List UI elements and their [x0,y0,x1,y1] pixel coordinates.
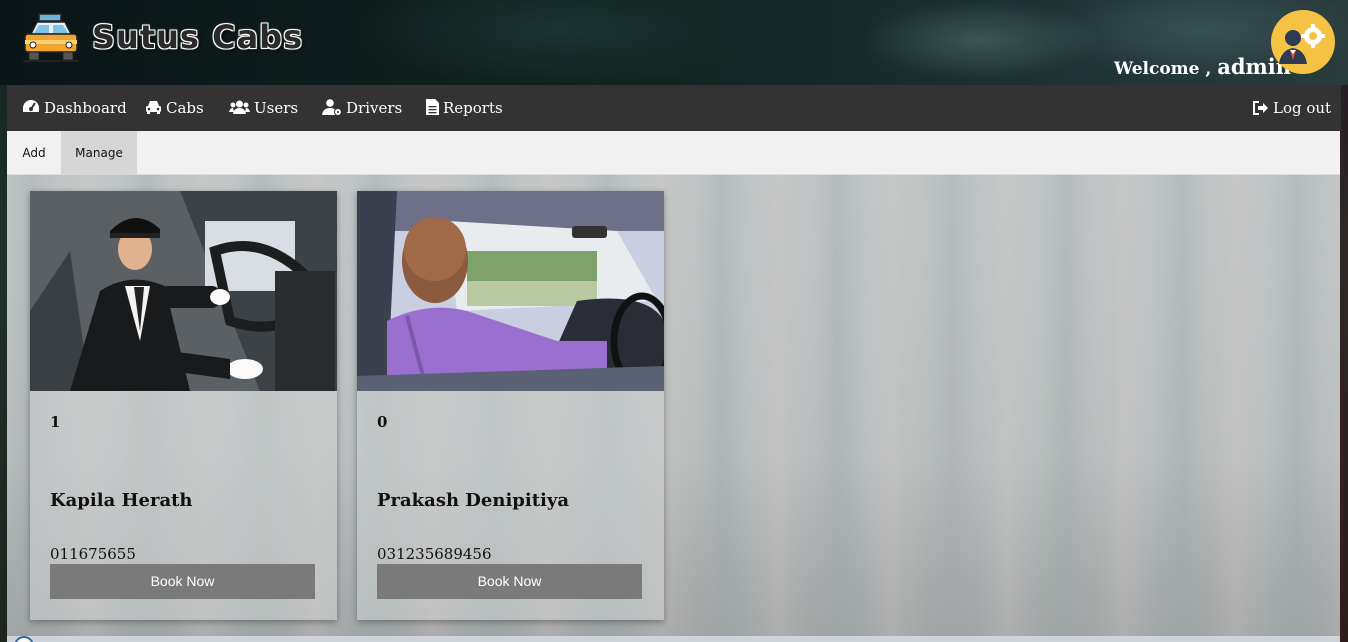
nav-users[interactable]: Users [229,85,298,131]
welcome-prefix: Welcome , [1114,59,1212,79]
nav-cabs-label: Cabs [166,99,204,117]
book-now-button[interactable]: Book Now [377,564,642,599]
driver-name: Kapila Herath [50,490,193,511]
driver-name: Prakash Denipitiya [377,490,569,511]
driver-trip-count: 1 [50,413,61,431]
admin-settings-icon[interactable] [1271,10,1335,74]
driver-photo [357,191,664,391]
logout-label: Log out [1273,99,1332,117]
welcome-message: Welcome , admin [1114,54,1291,79]
brand-name: Sutus Cabs [92,18,304,56]
header: Sutus Cabs Welcome , admin [0,0,1348,85]
tachometer-icon [23,100,39,112]
tab-bar: Add Manage [7,131,1340,175]
footer-strip [7,636,1340,642]
book-now-button[interactable]: Book Now [50,564,315,599]
nav-cabs[interactable]: Cabs [145,85,204,131]
users-icon [229,100,250,114]
driver-trip-count: 0 [377,413,388,431]
nav-users-label: Users [254,99,299,117]
driver-photo [30,191,337,391]
driver-card: 1 Kapila Herath 011675655 Book Now [30,191,337,620]
nav-dashboard[interactable]: Dashboard [22,85,127,131]
driver-list: 1 Kapila Herath 011675655 Book Now 0 Pra… [7,175,1340,642]
nav-reports-label: Reports [443,99,503,117]
nav-reports[interactable]: Reports [426,85,503,131]
logout-link[interactable]: Log out [1253,85,1331,131]
nav-drivers[interactable]: Drivers [322,85,402,131]
sign-out-icon [1253,101,1268,115]
tab-add[interactable]: Add [7,131,61,175]
driver-card: 0 Prakash Denipitiya 031235689456 Book N… [357,191,664,620]
taxi-logo-icon [21,12,81,64]
nav-dashboard-label: Dashboard [44,99,127,117]
driver-icon [322,99,342,116]
main-nav: Dashboard Cabs Users Drivers Reports Log… [7,85,1341,131]
tab-manage[interactable]: Manage [61,131,137,175]
car-icon [146,101,161,114]
driver-phone: 031235689456 [377,545,492,563]
driver-phone: 011675655 [50,545,136,563]
file-icon [426,99,439,115]
nav-drivers-label: Drivers [346,99,403,117]
